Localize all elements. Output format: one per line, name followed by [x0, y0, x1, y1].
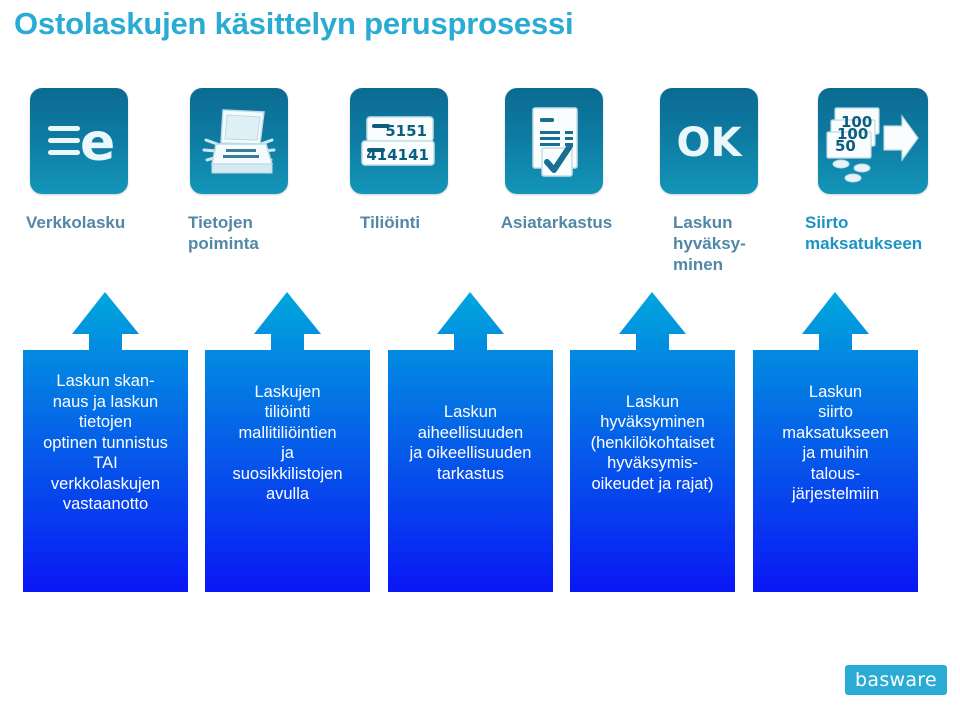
process-arrow-3: Laskun aiheellisuuden ja oikeellisuuden …	[388, 292, 553, 592]
payment-transfer-icon: 100 100 50	[818, 88, 928, 194]
step-label-asiatarkastus: Asiatarkastus	[500, 213, 613, 232]
process-arrow-row: Laskun skan- naus ja laskun tietojen opt…	[0, 292, 960, 594]
step-label-verkkolasku: Verkkolasku	[26, 213, 126, 232]
code-top: 5151	[385, 122, 427, 140]
step-label-row: Verkkolasku Tietojen poiminta Tiliöinti …	[0, 206, 960, 282]
process-arrow-2-text: Laskujen tiliöinti mallitiliöintien ja s…	[232, 382, 343, 504]
document-check-glyph	[532, 107, 578, 177]
basware-logo-text: basware	[855, 669, 937, 691]
account-codes-icon: 5151 414141	[350, 88, 448, 194]
process-arrow-3-text: Laskun aiheellisuuden ja oikeellisuuden …	[409, 403, 532, 483]
scanner-icon	[190, 88, 288, 194]
icon-row: e 5151 414141 OK 100 100 50	[0, 88, 960, 200]
step-label-tietojen-poiminta: Tietojen poiminta	[188, 213, 259, 253]
process-arrow-2: Laskujen tiliöinti mallitiliöintien ja s…	[205, 292, 370, 592]
process-arrow-1: Laskun skan- naus ja laskun tietojen opt…	[23, 292, 188, 592]
ok-text-glyph: OK	[677, 120, 744, 166]
basware-logo: basware	[845, 665, 947, 695]
code-bottom: 414141	[366, 146, 429, 164]
process-arrow-4: Laskun hyväksyminen (henkilökohtaiset hy…	[570, 292, 735, 592]
step-label-siirto-maksatukseen: Siirto maksatukseen	[805, 213, 923, 253]
payment-transfer-glyph: 100 100 50	[826, 107, 919, 183]
page-title: Ostolaskujen käsittelyn perusprosessi	[14, 6, 574, 41]
step-label-laskun-hyvaksyminen: Laskun hyväksy- minen	[673, 213, 746, 274]
document-check-icon	[505, 88, 603, 194]
svg-text:OK: OK	[677, 120, 744, 166]
svg-text:50: 50	[835, 137, 856, 155]
scanner-glyph	[202, 109, 276, 174]
account-codes-glyph: 5151 414141	[361, 116, 435, 166]
ok-stamp-icon: OK	[660, 88, 758, 194]
process-arrow-1-text: Laskun skan- naus ja laskun tietojen opt…	[43, 372, 168, 513]
process-arrow-4-text: Laskun hyväksyminen (henkilökohtaiset hy…	[590, 392, 715, 493]
process-arrow-5: Laskun siirto maksatukseen ja muihin tal…	[753, 292, 918, 592]
e-invoice-glyph: e	[48, 113, 115, 173]
e-invoice-icon: e	[30, 88, 128, 194]
svg-text:e: e	[80, 113, 115, 173]
process-arrow-5-text: Laskun siirto maksatukseen ja muihin tal…	[782, 382, 889, 504]
